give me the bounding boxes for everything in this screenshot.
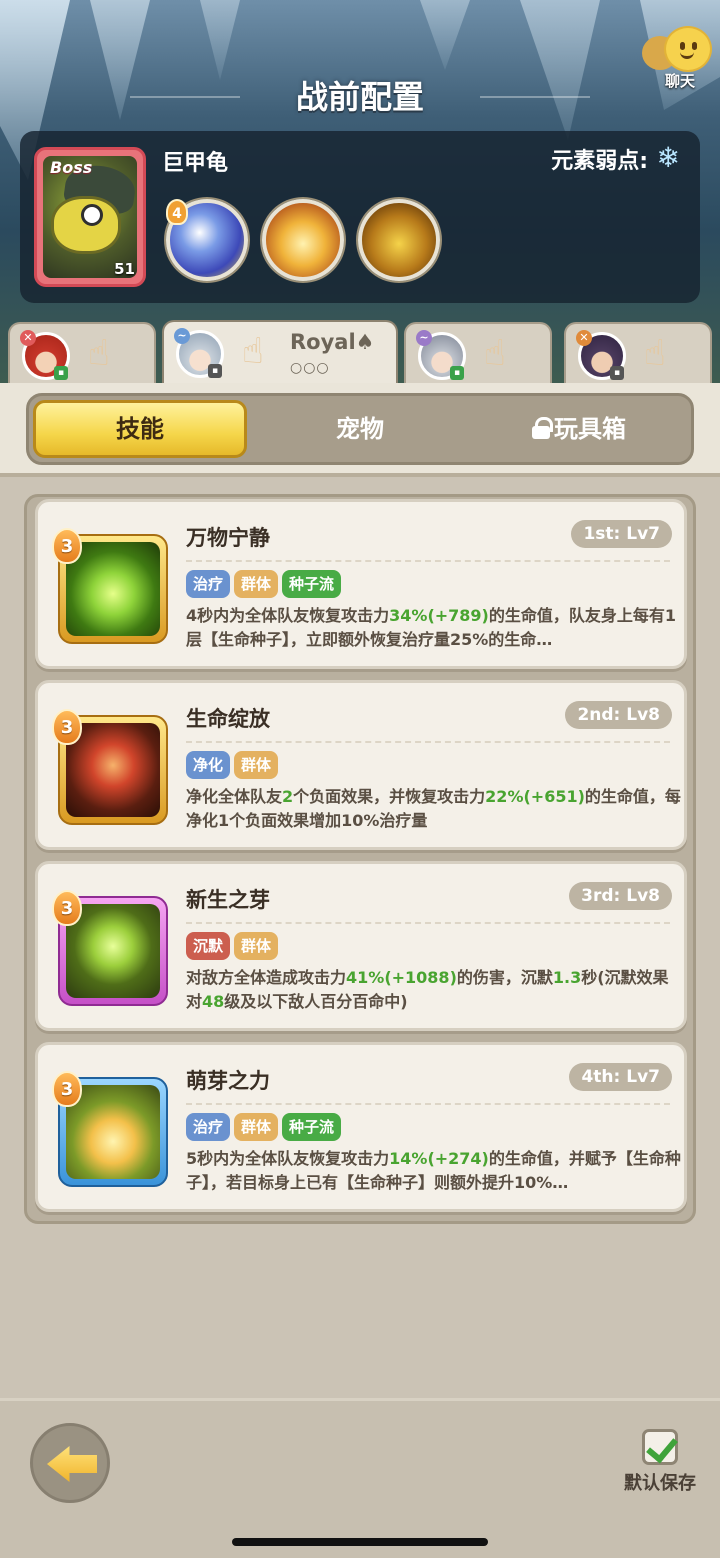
boss-info-panel: Boss 51 巨甲龟 元素弱点: ❄ 4 <box>20 131 700 303</box>
skill-rank-badge: 3rd: Lv8 <box>569 882 672 910</box>
default-save-label: 默认保存 <box>624 1473 696 1494</box>
element-fire-icon: ✕ <box>20 330 36 346</box>
element-shadow-icon: ~ <box>416 330 432 346</box>
skill-description: 5秒内为全体队友恢复攻击力14%(+274)的生命值，并赋予【生命种子】，若目标… <box>186 1149 681 1192</box>
character-tab-4[interactable]: ✕ ▪ ☝ <box>564 322 712 384</box>
skill-tag: 群体 <box>234 751 279 779</box>
character-tab-1[interactable]: ✕ ▪ ☝ <box>8 322 156 384</box>
skill-tag: 沉默 <box>186 932 231 960</box>
skill-level-badge: 3 <box>52 709 82 745</box>
skill-tag: 群体 <box>234 570 279 598</box>
boss-level: 51 <box>114 260 135 278</box>
boss-name: 巨甲龟 <box>162 151 229 176</box>
lock-icon <box>532 417 553 439</box>
tap-hand-icon: ☝ <box>644 333 666 374</box>
boss-skill-badge: 4 <box>166 199 188 225</box>
status-icon: ▪ <box>208 364 222 378</box>
skill-tag: 治疗 <box>186 570 231 598</box>
skill-rank-badge: 1st: Lv7 <box>571 520 672 548</box>
player-name: Royal♠ <box>290 330 375 354</box>
boss-skill-crown-icon[interactable] <box>262 199 344 281</box>
chat-button[interactable]: 聊天 <box>636 22 716 92</box>
config-panel: 技能 宠物 玩具箱 3 万物宁静 1st: Lv7 治疗 群体 种子流 4秒内为… <box>0 383 720 1398</box>
page-title: 战前配置 <box>295 78 424 116</box>
skill-list: 3 万物宁静 1st: Lv7 治疗 群体 种子流 4秒内为全体队友恢复攻击力3… <box>24 494 696 1224</box>
skill-tag: 净化 <box>186 751 231 779</box>
skill-tag: 群体 <box>234 1113 279 1141</box>
tap-hand-icon: ☝ <box>88 333 110 374</box>
boss-skill-monster-icon[interactable] <box>358 199 440 281</box>
category-tabs: 技能 宠物 玩具箱 <box>26 393 694 465</box>
skill-description: 净化全体队友2个负面效果，并恢复攻击力22%(+651)的生命值，每净化1个负面… <box>186 787 681 830</box>
chat-label: 聊天 <box>664 72 695 90</box>
skill-tag: 种子流 <box>282 1113 342 1141</box>
default-save-toggle[interactable]: 默认保存 <box>620 1429 700 1495</box>
element-wind-icon: ~ <box>174 328 190 344</box>
status-icon: ▪ <box>450 366 464 380</box>
bottom-bar: 默认保存 <box>0 1398 720 1558</box>
character-tab-3[interactable]: ~ ▪ ☝ <box>404 322 552 384</box>
skill-card[interactable]: 3 生命绽放 2nd: Lv8 净化 群体 净化全体队友2个负面效果，并恢复攻击… <box>35 680 687 850</box>
character-tab-2[interactable]: ~ ▪ ☝ Royal♠ ○○○ <box>162 320 398 386</box>
tab-pets[interactable]: 宠物 <box>265 400 455 458</box>
more-dots: ○○○ <box>290 360 330 376</box>
chat-face-icon <box>664 26 712 72</box>
skill-card[interactable]: 3 萌芽之力 4th: Lv7 治疗 群体 种子流 5秒内为全体队友恢复攻击力1… <box>35 1042 687 1212</box>
element-weakness-label: 元素弱点: <box>551 149 648 174</box>
skill-level-badge: 3 <box>52 890 82 926</box>
skill-description: 4秒内为全体队友恢复攻击力34%(+789)的生命值，队友身上每有1层【生命种子… <box>186 606 677 649</box>
status-icon: ▪ <box>54 366 68 380</box>
tab-skills[interactable]: 技能 <box>33 400 247 458</box>
skill-tag: 种子流 <box>282 570 342 598</box>
tab-toybox-label: 玩具箱 <box>554 415 626 443</box>
skill-name: 生命绽放 <box>186 707 270 731</box>
checkbox-checked-icon <box>642 1429 678 1465</box>
skill-rank-badge: 4th: Lv7 <box>569 1063 672 1091</box>
boss-tag: Boss <box>50 158 93 177</box>
skill-card[interactable]: 3 新生之芽 3rd: Lv8 沉默 群体 对敌方全体造成攻击力41%(+108… <box>35 861 687 1031</box>
skill-level-badge: 3 <box>52 1071 82 1107</box>
skill-card[interactable]: 3 万物宁静 1st: Lv7 治疗 群体 种子流 4秒内为全体队友恢复攻击力3… <box>35 499 687 669</box>
tap-hand-icon: ☝ <box>242 331 264 372</box>
home-indicator <box>232 1538 488 1546</box>
skill-name: 萌芽之力 <box>186 1069 270 1093</box>
skill-tag: 治疗 <box>186 1113 231 1141</box>
skill-rank-badge: 2nd: Lv8 <box>565 701 672 729</box>
skill-level-badge: 3 <box>52 528 82 564</box>
skill-tag: 群体 <box>234 932 279 960</box>
status-icon: ▪ <box>610 366 624 380</box>
skill-name: 新生之芽 <box>186 888 270 912</box>
boss-portrait[interactable]: Boss 51 <box>34 147 146 287</box>
tab-toybox[interactable]: 玩具箱 <box>479 400 679 458</box>
back-arrow-icon <box>47 1446 97 1482</box>
tap-hand-icon: ☝ <box>484 333 506 374</box>
back-button[interactable] <box>30 1423 110 1503</box>
element-flame-icon: ✕ <box>576 330 592 346</box>
skill-description: 对敌方全体造成攻击力41%(+1088)的伤害，沉默1.3秒(沉默效果对48级及… <box>186 968 669 1011</box>
snowflake-icon: ❄ <box>656 141 680 174</box>
skill-name: 万物宁静 <box>186 526 270 550</box>
